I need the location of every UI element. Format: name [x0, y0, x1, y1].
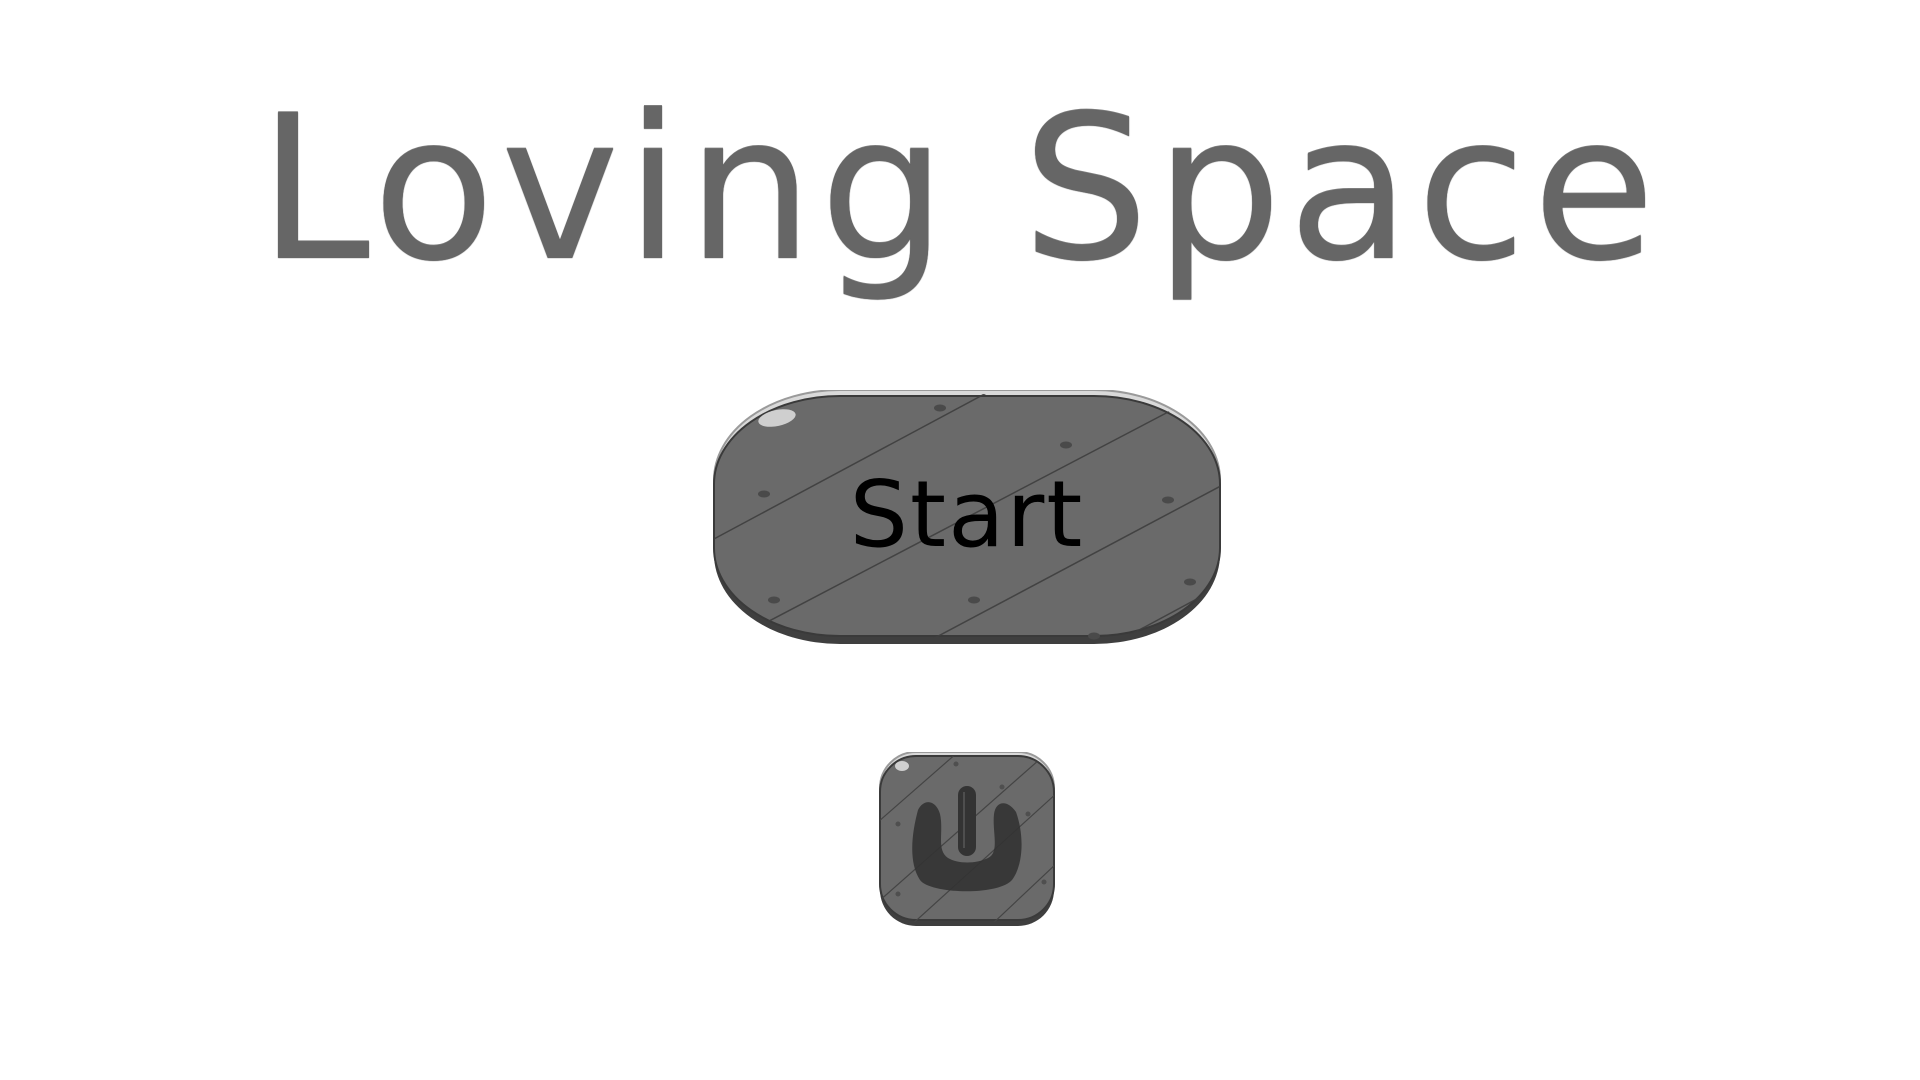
quit-button-plate — [879, 752, 1055, 926]
game-title: Loving Space — [258, 73, 1662, 306]
main-menu-screen: Loving Space Start — [0, 0, 1920, 1080]
start-button-label: Start — [849, 461, 1085, 568]
start-button[interactable]: Start — [712, 390, 1222, 646]
quit-button[interactable] — [878, 752, 1056, 926]
